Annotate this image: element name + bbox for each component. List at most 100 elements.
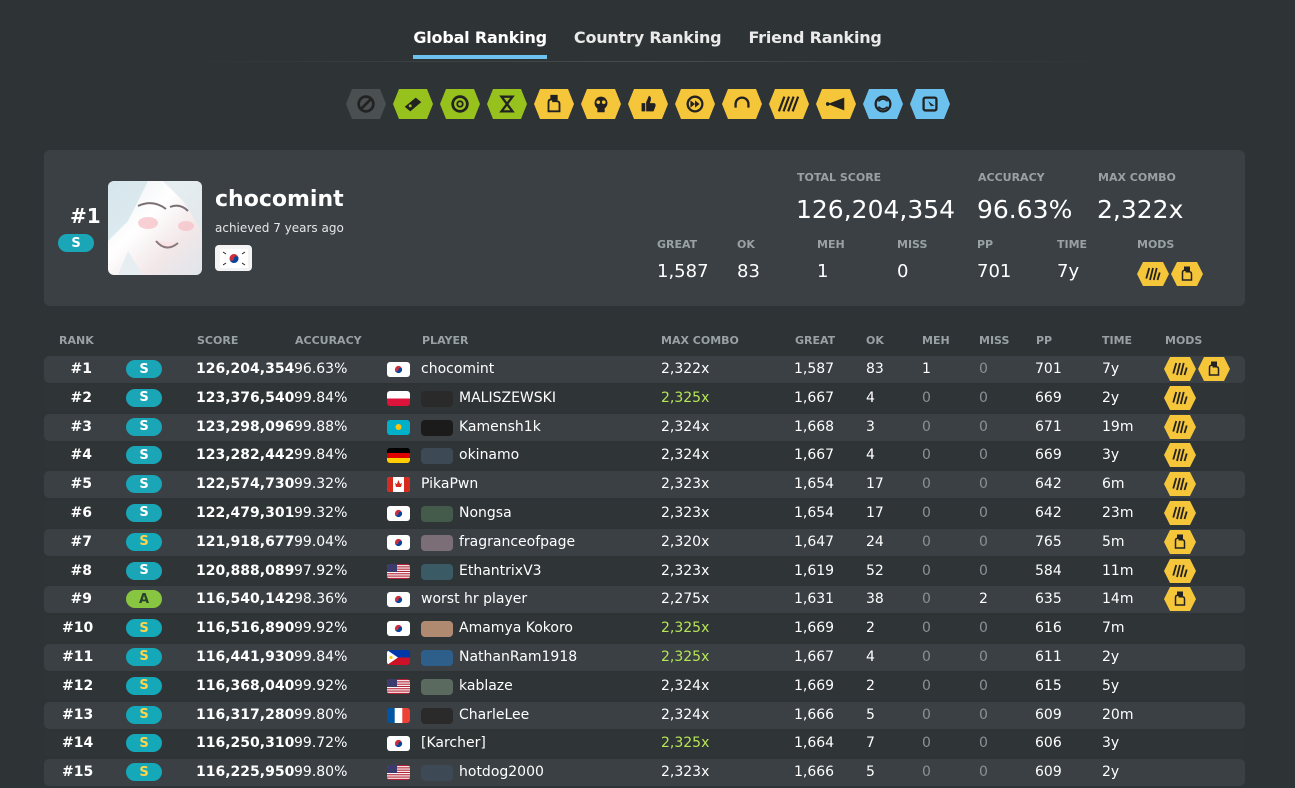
table-row[interactable]: #13 S 116,317,280 99.80% CharleLee 2,324… (44, 701, 1245, 729)
row-mods (1164, 385, 1196, 410)
table-row[interactable]: #7 S 121,918,677 99.04% fragranceofpage … (44, 528, 1245, 556)
tab-friend-ranking[interactable]: Friend Ranking (748, 24, 881, 59)
flashlight-filter-button[interactable] (768, 89, 809, 119)
top-player-name[interactable]: chocomint (215, 187, 344, 212)
row-pp: 765 (1035, 533, 1062, 550)
korea-flag-icon[interactable] (387, 534, 410, 550)
row-time: 23m (1102, 504, 1134, 521)
row-ok: 5 (866, 706, 875, 723)
row-player-avatar[interactable] (421, 563, 453, 580)
usa-flag-icon[interactable] (387, 563, 410, 579)
korea-flag-icon[interactable] (387, 621, 410, 637)
philippines-flag-icon[interactable] (387, 649, 410, 665)
tab-country-ranking[interactable]: Country Ranking (574, 24, 722, 59)
row-player-name[interactable]: kablaze (459, 678, 513, 694)
table-row[interactable]: #9 A 116,540,142 98.36% worst hr player … (44, 586, 1245, 614)
kazakhstan-flag-icon[interactable] (387, 419, 410, 435)
row-player-avatar[interactable] (421, 448, 453, 465)
row-player-avatar[interactable] (421, 505, 453, 522)
top-player-avatar[interactable] (108, 181, 202, 275)
row-player-name[interactable]: EthantrixV3 (459, 563, 542, 579)
easy-filter-button[interactable] (392, 89, 433, 119)
row-player-name[interactable]: [Karcher] (421, 735, 486, 751)
table-row[interactable]: #8 S 120,888,089 97.92% EthantrixV3 2,32… (44, 557, 1245, 585)
row-player-avatar[interactable] (421, 707, 453, 724)
row-great: 1,664 (794, 735, 835, 752)
row-pp: 642 (1035, 504, 1062, 521)
hidden-icon (1137, 262, 1169, 286)
row-miss: 0 (979, 648, 988, 665)
row-ok: 7 (866, 735, 875, 752)
row-miss: 0 (979, 476, 988, 493)
max-combo-value: 2,322x (1097, 195, 1184, 224)
table-row[interactable]: #11 S 116,441,930 99.84% NathanRam1918 2… (44, 643, 1245, 671)
relax-filter-button[interactable] (862, 89, 903, 119)
row-player-avatar[interactable] (421, 649, 453, 666)
row-player-name[interactable]: chocomint (421, 361, 494, 377)
table-row[interactable]: #1 S 126,204,354 96.63% chocomint 2,322x… (44, 356, 1245, 383)
row-player-avatar[interactable] (421, 678, 453, 695)
row-player-avatar[interactable] (421, 419, 453, 436)
row-rank: #9 (70, 591, 92, 608)
no-fail-filter-button[interactable] (439, 89, 480, 119)
row-player-name[interactable]: worst hr player (421, 591, 527, 607)
table-row[interactable]: #5 S 122,574,730 99.32% PikaPwn 2,323x 1… (44, 471, 1245, 499)
tab-global-ranking[interactable]: Global Ranking (413, 24, 547, 59)
row-rank: #8 (70, 562, 92, 579)
row-player-name[interactable]: Kamensh1k (459, 419, 541, 435)
table-row[interactable]: #15 S 116,225,950 99.80% hotdog2000 2,32… (44, 759, 1245, 787)
korea-flag-icon[interactable] (387, 505, 410, 521)
row-player-avatar[interactable] (421, 621, 453, 638)
row-miss: 0 (979, 447, 988, 464)
great-label: Great (657, 238, 698, 251)
row-player-avatar[interactable] (421, 534, 453, 551)
row-player-name[interactable]: Nongsa (459, 505, 512, 521)
row-accuracy: 99.88% (294, 418, 348, 435)
row-grade-badge: S (126, 676, 162, 695)
hard-rock-filter-button[interactable] (627, 89, 668, 119)
pp-label: PP (977, 238, 994, 251)
canada-flag-icon[interactable] (387, 477, 410, 493)
half-time-filter-button[interactable] (486, 89, 527, 119)
germany-flag-icon[interactable] (387, 448, 410, 464)
row-max-combo: 2,323x (661, 764, 710, 781)
table-row[interactable]: #14 S 116,250,310 99.72% [Karcher] 2,325… (44, 730, 1245, 758)
row-player-name[interactable]: Amamya Kokoro (459, 620, 573, 636)
row-player-avatar[interactable] (421, 765, 453, 782)
table-row[interactable]: #6 S 122,479,301 99.32% Nongsa 2,323x 1,… (44, 499, 1245, 527)
row-player-name[interactable]: MALISZEWSKI (459, 390, 556, 406)
row-player-name[interactable]: NathanRam1918 (459, 649, 577, 665)
sudden-death-filter-button[interactable] (533, 89, 574, 119)
row-player-name[interactable]: hotdog2000 (459, 764, 544, 780)
row-time: 20m (1102, 706, 1134, 723)
row-player-avatar[interactable] (421, 390, 453, 407)
usa-flag-icon[interactable] (387, 765, 410, 781)
france-flag-icon[interactable] (387, 707, 410, 723)
blinds-filter-button[interactable] (815, 89, 856, 119)
row-player-name[interactable]: okinamo (459, 447, 519, 463)
meh-label: Meh (817, 238, 845, 251)
poland-flag-icon[interactable] (387, 390, 410, 406)
autopilot-filter-button[interactable] (909, 89, 950, 119)
no-mod-filter-button[interactable] (345, 89, 386, 119)
table-row[interactable]: #4 S 123,282,442 99.84% okinamo 2,324x 1… (44, 442, 1245, 470)
row-meh: 0 (922, 620, 931, 637)
perfect-filter-button[interactable] (580, 89, 621, 119)
row-player-name[interactable]: fragranceofpage (459, 534, 575, 550)
usa-flag-icon[interactable] (387, 678, 410, 694)
top-player-flag[interactable] (215, 245, 252, 271)
row-miss: 0 (979, 389, 988, 406)
row-player-name[interactable]: CharleLee (459, 707, 529, 723)
table-row[interactable]: #10 S 116,516,890 99.92% Amamya Kokoro 2… (44, 615, 1245, 643)
korea-flag-icon[interactable] (387, 736, 410, 752)
double-time-filter-button[interactable] (674, 89, 715, 119)
korea-flag-icon[interactable] (387, 592, 410, 608)
row-rank: #10 (62, 620, 94, 637)
table-row[interactable]: #2 S 123,376,540 99.84% MALISZEWSKI 2,32… (44, 384, 1245, 412)
row-player-name[interactable]: PikaPwn (421, 476, 478, 492)
korea-flag-icon[interactable] (387, 362, 410, 377)
table-row[interactable]: #12 S 116,368,040 99.92% kablaze 2,324x … (44, 672, 1245, 700)
row-ok: 52 (866, 562, 884, 579)
hidden-filter-button[interactable] (721, 89, 762, 119)
table-row[interactable]: #3 S 123,298,096 99.88% Kamensh1k 2,324x… (44, 413, 1245, 441)
